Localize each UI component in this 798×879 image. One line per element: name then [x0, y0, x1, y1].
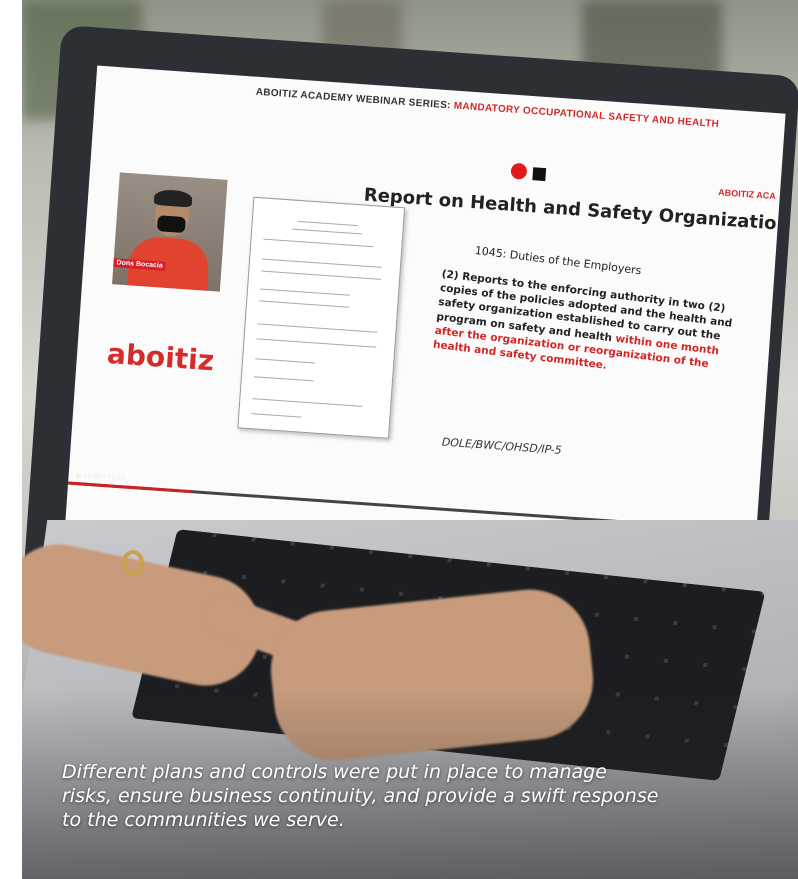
brand-marks [510, 162, 547, 186]
ring [122, 550, 144, 576]
corner-brand: ABOITIZ ACA [717, 187, 777, 202]
speaker-hair [153, 188, 193, 208]
aboitiz-logo: aboitiz [106, 336, 216, 378]
webinar-title: ABOITIZ ACADEMY WEBINAR SERIES: MANDATOR… [255, 87, 719, 130]
photo-caption: Different plans and controls were put in… [62, 761, 659, 831]
form-document-image [237, 196, 406, 439]
video-progress-fill [67, 481, 193, 494]
black-square-icon [532, 167, 547, 182]
speaker-video: Dons Bocacia [112, 172, 228, 292]
webinar-prefix: ABOITIZ ACADEMY WEBINAR SERIES: [255, 86, 452, 112]
slide-paragraph: (2) Reports to the enforcing authority i… [432, 267, 740, 388]
red-dot-icon [510, 162, 528, 180]
laptop-photo: ABOITIZ ACADEMY WEBINAR SERIES: MANDATOR… [22, 0, 798, 879]
speaker-mask [156, 215, 186, 234]
slide-body: 1045: Duties of the Employers (2) Report… [432, 240, 743, 388]
webinar-screen: ABOITIZ ACADEMY WEBINAR SERIES: MANDATOR… [64, 65, 786, 583]
video-timecode: ▶ 16:23 / 51:48 [76, 472, 125, 483]
webinar-highlight: MANDATORY OCCUPATIONAL SAFETY AND HEALTH [453, 100, 720, 131]
slide-reference: DOLE/BWC/OHSD/IP-5 [441, 435, 563, 457]
